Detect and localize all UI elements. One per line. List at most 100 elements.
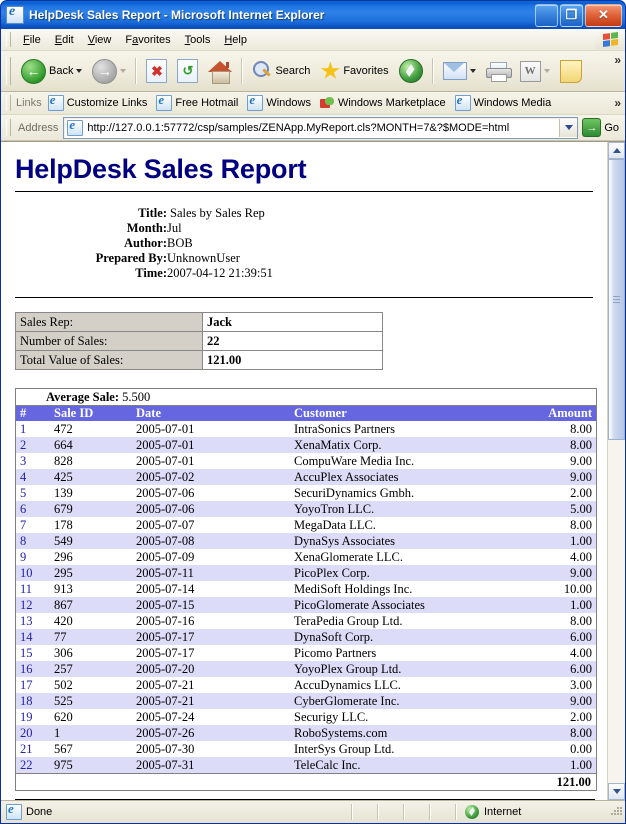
refresh-button[interactable]: ↺ (172, 52, 203, 90)
link-free-hotmail[interactable]: Free Hotmail (156, 92, 239, 111)
media-button[interactable] (394, 52, 428, 90)
toolbar-overflow-icon[interactable]: » (614, 51, 621, 67)
forward-button[interactable]: → (87, 52, 131, 90)
meta-value: BOB (167, 236, 193, 250)
cell-amount: 1.00 (502, 597, 596, 613)
resize-grip-icon[interactable] (609, 805, 623, 819)
favorites-button[interactable]: Favorites (315, 52, 393, 90)
cell-amount: 1.00 (502, 533, 596, 549)
table-row: Sales Rep: Jack (15, 312, 383, 332)
scroll-up-button[interactable] (608, 142, 625, 159)
scrollbar-thumb[interactable] (608, 159, 625, 440)
close-icon: ✕ (598, 7, 609, 22)
scroll-down-button[interactable] (608, 783, 625, 800)
star-icon (320, 61, 340, 79)
mail-icon (442, 62, 467, 80)
meta-label: Author: (123, 236, 167, 250)
edit-word-button[interactable]: W (515, 52, 555, 90)
menu-tools[interactable]: Tools (178, 32, 218, 48)
cell-index: 20 (16, 725, 50, 741)
table-row: 2 664 2005-07-01 XenaMatix Corp. 8.00 (16, 437, 596, 453)
security-zone[interactable]: Internet (457, 805, 609, 819)
search-icon (252, 61, 272, 81)
go-button[interactable]: → Go (578, 118, 625, 137)
cell-sale-id: 679 (50, 501, 132, 517)
links-overflow-icon[interactable]: » (614, 96, 621, 110)
menu-bar-grip[interactable] (6, 32, 11, 47)
cell-date: 2005-07-01 (132, 437, 290, 453)
vertical-scrollbar[interactable] (607, 142, 625, 800)
meta-label: Title: (138, 206, 167, 220)
status-pane-2 (379, 804, 403, 820)
meta-row-title: Title: Sales by Sales Rep (15, 206, 593, 221)
link-label: Free Hotmail (175, 97, 239, 109)
back-dropdown-icon[interactable] (76, 69, 83, 73)
mail-button[interactable] (438, 52, 481, 90)
table-row: 8 549 2005-07-08 DynaSys Associates 1.00 (16, 533, 596, 549)
cell-sale-id: 306 (50, 645, 132, 661)
cell-index: 14 (16, 629, 50, 645)
table-row: 21 567 2005-07-30 InterSys Group Ltd. 0.00 (16, 741, 596, 757)
zone-label: Internet (484, 806, 522, 818)
address-input[interactable]: http://127.0.0.1:57772/csp/samples/ZENAp… (63, 116, 579, 139)
link-windows-media[interactable]: Windows Media (454, 92, 552, 111)
link-windows[interactable]: Windows (247, 92, 311, 111)
back-button[interactable]: ← Back (16, 52, 87, 90)
address-dropdown-button[interactable] (559, 118, 578, 137)
address-bar-grip[interactable] (6, 118, 11, 137)
link-windows-marketplace[interactable]: Windows Marketplace (319, 96, 446, 110)
cell-sale-id: 913 (50, 581, 132, 597)
cell-index: 3 (16, 453, 50, 469)
table-row: 12 867 2005-07-15 PicoGlomerate Associates 1… (16, 597, 596, 613)
home-button[interactable] (203, 52, 237, 90)
cell-sale-id: 567 (50, 741, 132, 757)
cell-date: 2005-07-21 (132, 693, 290, 709)
cell-customer: YoyoPlex Group Ltd. (290, 661, 502, 677)
links-bar-grip[interactable] (6, 95, 11, 111)
cell-date: 2005-07-06 (132, 485, 290, 501)
menu-favorites[interactable]: Favorites (118, 32, 177, 48)
meta-divider (15, 297, 593, 298)
ie-page-icon (156, 92, 173, 111)
cell-amount: 9.00 (502, 453, 596, 469)
meta-value: Sales by Sales Rep (170, 206, 265, 220)
cell-customer: DynaSoft Corp. (290, 629, 502, 645)
link-label: Windows Media (473, 97, 552, 109)
chevron-up-icon (612, 148, 621, 153)
menu-help[interactable]: Help (217, 32, 254, 48)
toolbar-grip[interactable] (6, 57, 11, 85)
menu-view[interactable]: View (81, 32, 119, 48)
menu-edit[interactable]: Edit (48, 32, 81, 48)
cell-customer: MediSoft Holdings Inc. (290, 581, 502, 597)
menu-file[interactable]: File (16, 32, 48, 48)
link-customize-links[interactable]: Customize Links (47, 92, 147, 111)
close-button[interactable]: ✕ (585, 3, 622, 27)
cell-sale-id: 502 (50, 677, 132, 693)
stop-button[interactable]: ✖ (141, 52, 172, 90)
cell-date: 2005-07-24 (132, 709, 290, 725)
links-bar: Links Customize Links Free Hotmail Windo… (1, 92, 625, 115)
cell-date: 2005-07-06 (132, 501, 290, 517)
meta-row-month: Month: Jul (15, 221, 593, 236)
notes-button[interactable] (555, 52, 587, 90)
cell-date: 2005-07-11 (132, 565, 290, 581)
cell-date: 2005-07-31 (132, 757, 290, 774)
scrollbar-track[interactable] (608, 159, 625, 783)
maximize-button[interactable]: ❐ (560, 3, 583, 27)
meta-value: UnknownUser (167, 251, 240, 265)
cell-index: 8 (16, 533, 50, 549)
cell-customer: SecuriDynamics Gmbh. (290, 485, 502, 501)
search-button[interactable]: Search (247, 52, 315, 90)
printer-icon (485, 61, 512, 82)
cell-customer: CompuWare Media Inc. (290, 453, 502, 469)
report-document: HelpDesk Sales Report Title: Sales by Sa… (1, 142, 607, 800)
status-pane-4 (431, 804, 455, 820)
page-title: HelpDesk Sales Report (15, 154, 307, 184)
minimize-button[interactable]: _ (535, 3, 558, 28)
refresh-icon: ↺ (177, 59, 199, 83)
cell-index: 11 (16, 581, 50, 597)
cell-index: 6 (16, 501, 50, 517)
mail-dropdown-icon[interactable] (469, 69, 476, 73)
cell-index: 12 (16, 597, 50, 613)
print-button[interactable] (481, 52, 515, 90)
